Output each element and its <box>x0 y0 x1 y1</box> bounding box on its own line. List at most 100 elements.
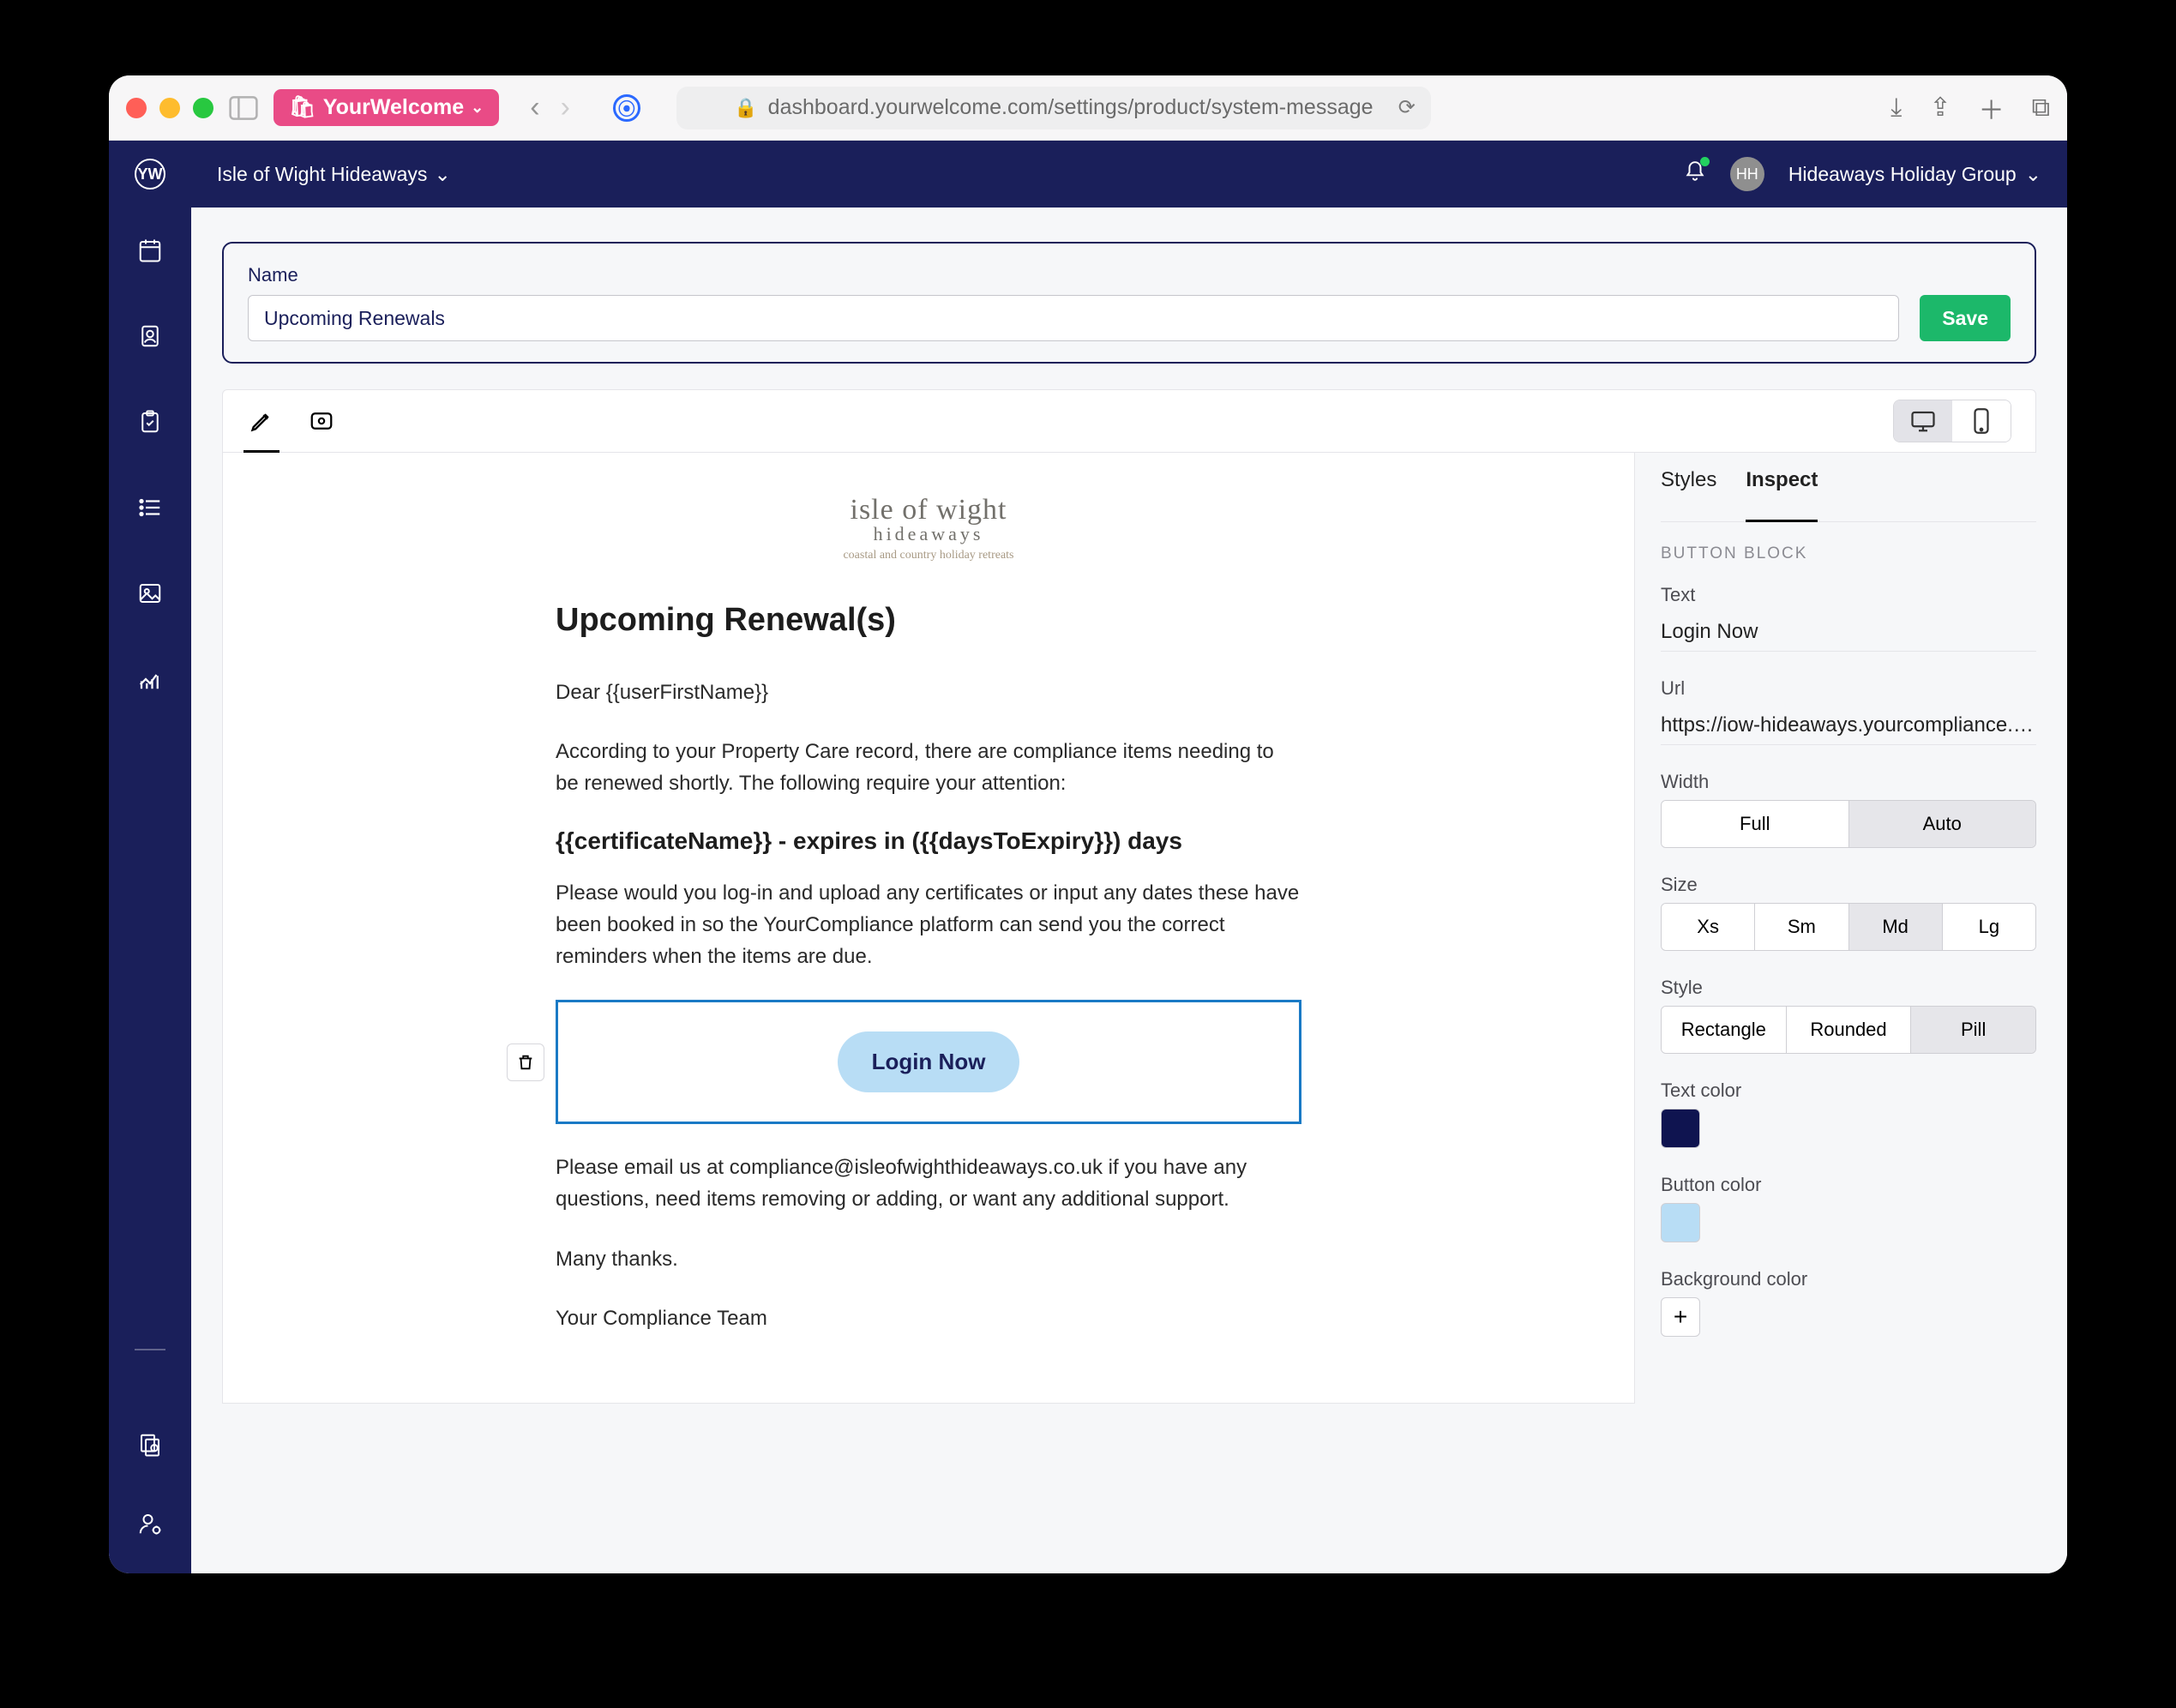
sidebar-analytics-icon[interactable] <box>135 664 165 695</box>
size-lg[interactable]: Lg <box>1943 904 2035 950</box>
group-selector[interactable]: Hideaways Holiday Group ⌄ <box>1788 163 2041 186</box>
size-sm[interactable]: Sm <box>1755 904 1848 950</box>
url-field[interactable]: https://iow-hideaways.yourcompliance.com <box>1661 707 2036 745</box>
email-paragraph-2: Please would you log-in and upload any c… <box>556 877 1301 973</box>
button-block[interactable]: Login Now <box>556 1000 1301 1124</box>
sidebar-toggle-icon[interactable] <box>229 96 258 120</box>
size-label: Size <box>1661 874 2036 896</box>
style-pill[interactable]: Pill <box>1911 1007 2035 1053</box>
property-selector[interactable]: Isle of Wight Hideaways ⌄ <box>217 163 451 186</box>
new-tab-icon[interactable]: ＋ <box>1979 89 2005 127</box>
save-button[interactable]: Save <box>1920 295 2011 341</box>
width-full[interactable]: Full <box>1662 801 1849 847</box>
refresh-icon[interactable]: ⟳ <box>1398 95 1416 120</box>
email-preview: isle of wight hideaways coastal and coun… <box>556 494 1301 1362</box>
email-greeting: Dear {{userFirstName}} <box>556 677 1301 708</box>
url-label: Url <box>1661 677 2036 700</box>
buttoncolor-label: Button color <box>1661 1174 2036 1196</box>
style-rectangle[interactable]: Rectangle <box>1662 1007 1787 1053</box>
sidebar-image-icon[interactable] <box>135 578 165 609</box>
chevron-down-icon: ⌄ <box>434 163 450 186</box>
login-now-button[interactable]: Login Now <box>838 1031 1020 1092</box>
email-title: Upcoming Renewal(s) <box>556 602 1301 639</box>
sidebar-user-settings-icon[interactable] <box>135 1508 165 1539</box>
name-card: Name Save <box>222 242 2036 364</box>
main-content: Name Save <box>191 207 2067 1573</box>
downloads-icon[interactable]: ⤓ <box>1890 93 1902 123</box>
property-name: Isle of Wight Hideaways <box>217 163 427 186</box>
name-label: Name <box>248 264 1899 286</box>
mobile-view-button[interactable] <box>1952 400 2011 442</box>
chevron-down-icon: ⌄ <box>471 99 484 117</box>
text-field[interactable]: Login Now <box>1661 613 2036 652</box>
address-bar[interactable]: 🔒 dashboard.yourwelcome.com/settings/pro… <box>676 87 1431 129</box>
desktop-view-button[interactable] <box>1894 400 1952 442</box>
sidebar-bottom <box>135 1429 165 1539</box>
text-label: Text <box>1661 584 2036 606</box>
logo-line1: isle of wight <box>556 494 1301 526</box>
content-row: isle of wight hideaways coastal and coun… <box>222 453 2036 1404</box>
certificate-heading: {{certificateName}} - expires in ({{days… <box>556 827 1301 855</box>
email-logo: isle of wight hideaways coastal and coun… <box>556 494 1301 562</box>
nav-arrows: ‹ › <box>530 91 570 124</box>
share-icon[interactable]: ⇪ <box>1929 93 1951 123</box>
delete-block-button[interactable] <box>507 1043 544 1081</box>
sidebar-clipboard-icon[interactable] <box>135 406 165 437</box>
onepassword-icon[interactable]: ⦿ <box>613 94 640 122</box>
panel-tabs: Styles Inspect <box>1661 453 2036 522</box>
maximize-window-icon[interactable] <box>193 98 213 118</box>
sidebar-list-icon[interactable] <box>135 492 165 523</box>
width-auto[interactable]: Auto <box>1849 801 2036 847</box>
browser-titlebar: 🛍 YourWelcome ⌄ ‹ › ⦿ 🔒 dashboard.yourwe… <box>109 75 2067 141</box>
inspector-panel: Styles Inspect BUTTON BLOCK Text Login N… <box>1635 453 2036 1404</box>
group-name: Hideaways Holiday Group <box>1788 163 2017 186</box>
sidebar-divider <box>135 1349 165 1350</box>
tab-styles[interactable]: Styles <box>1661 468 1716 506</box>
size-md[interactable]: Md <box>1849 904 1943 950</box>
app-logo[interactable]: YW <box>135 159 165 189</box>
size-segmented: Xs Sm Md Lg <box>1661 903 2036 951</box>
edit-mode-tab[interactable] <box>247 401 276 441</box>
sidebar-sync-icon[interactable] <box>135 1429 165 1460</box>
email-canvas: isle of wight hideaways coastal and coun… <box>222 453 1635 1404</box>
email-paragraph-1: According to your Property Care record, … <box>556 736 1301 799</box>
toolbar-right: ⤓ ⇪ ＋ ⧉ <box>1890 89 2050 127</box>
sidebar-contact-icon[interactable] <box>135 321 165 352</box>
url-text: dashboard.yourwelcome.com/settings/produ… <box>768 95 1374 120</box>
size-xs[interactable]: Xs <box>1662 904 1755 950</box>
email-paragraph-4: Many thanks. <box>556 1243 1301 1275</box>
logo-line2: hideaways <box>556 523 1301 545</box>
buttoncolor-swatch[interactable] <box>1661 1203 1700 1242</box>
width-segmented: Full Auto <box>1661 800 2036 848</box>
sidebar-calendar-icon[interactable] <box>135 235 165 266</box>
textcolor-label: Text color <box>1661 1080 2036 1102</box>
back-button[interactable]: ‹ <box>530 91 539 124</box>
bgcolor-label: Background color <box>1661 1268 2036 1290</box>
style-rounded[interactable]: Rounded <box>1787 1007 1912 1053</box>
browser-window: 🛍 YourWelcome ⌄ ‹ › ⦿ 🔒 dashboard.yourwe… <box>109 75 2067 1573</box>
sidebar <box>109 207 191 1573</box>
minimize-window-icon[interactable] <box>159 98 180 118</box>
name-input[interactable] <box>248 295 1899 341</box>
bgcolor-add[interactable]: + <box>1661 1297 1700 1337</box>
close-window-icon[interactable] <box>126 98 147 118</box>
tab-inspect[interactable]: Inspect <box>1746 468 1818 522</box>
forward-button[interactable]: › <box>561 91 570 124</box>
app-header: YW Isle of Wight Hideaways ⌄ HH Hideaway… <box>109 141 2067 207</box>
chevron-down-icon: ⌄ <box>2025 163 2041 186</box>
notification-badge <box>1700 157 1710 166</box>
lock-icon: 🔒 <box>734 97 757 119</box>
extension-label: YourWelcome <box>323 95 464 120</box>
window-controls <box>126 98 213 118</box>
tabs-icon[interactable]: ⧉ <box>2032 93 2050 123</box>
email-paragraph-3: Please email us at compliance@isleofwigh… <box>556 1152 1301 1215</box>
notifications-icon[interactable] <box>1684 160 1706 189</box>
textcolor-swatch[interactable] <box>1661 1109 1700 1148</box>
extension-yourwelcome[interactable]: 🛍 YourWelcome ⌄ <box>274 89 499 126</box>
bag-icon: 🛍 <box>289 95 316 120</box>
width-label: Width <box>1661 771 2036 793</box>
preview-mode-tab[interactable] <box>307 401 336 441</box>
device-toggle <box>1893 400 2011 442</box>
header-right: HH Hideaways Holiday Group ⌄ <box>1684 157 2041 191</box>
avatar[interactable]: HH <box>1730 157 1764 191</box>
